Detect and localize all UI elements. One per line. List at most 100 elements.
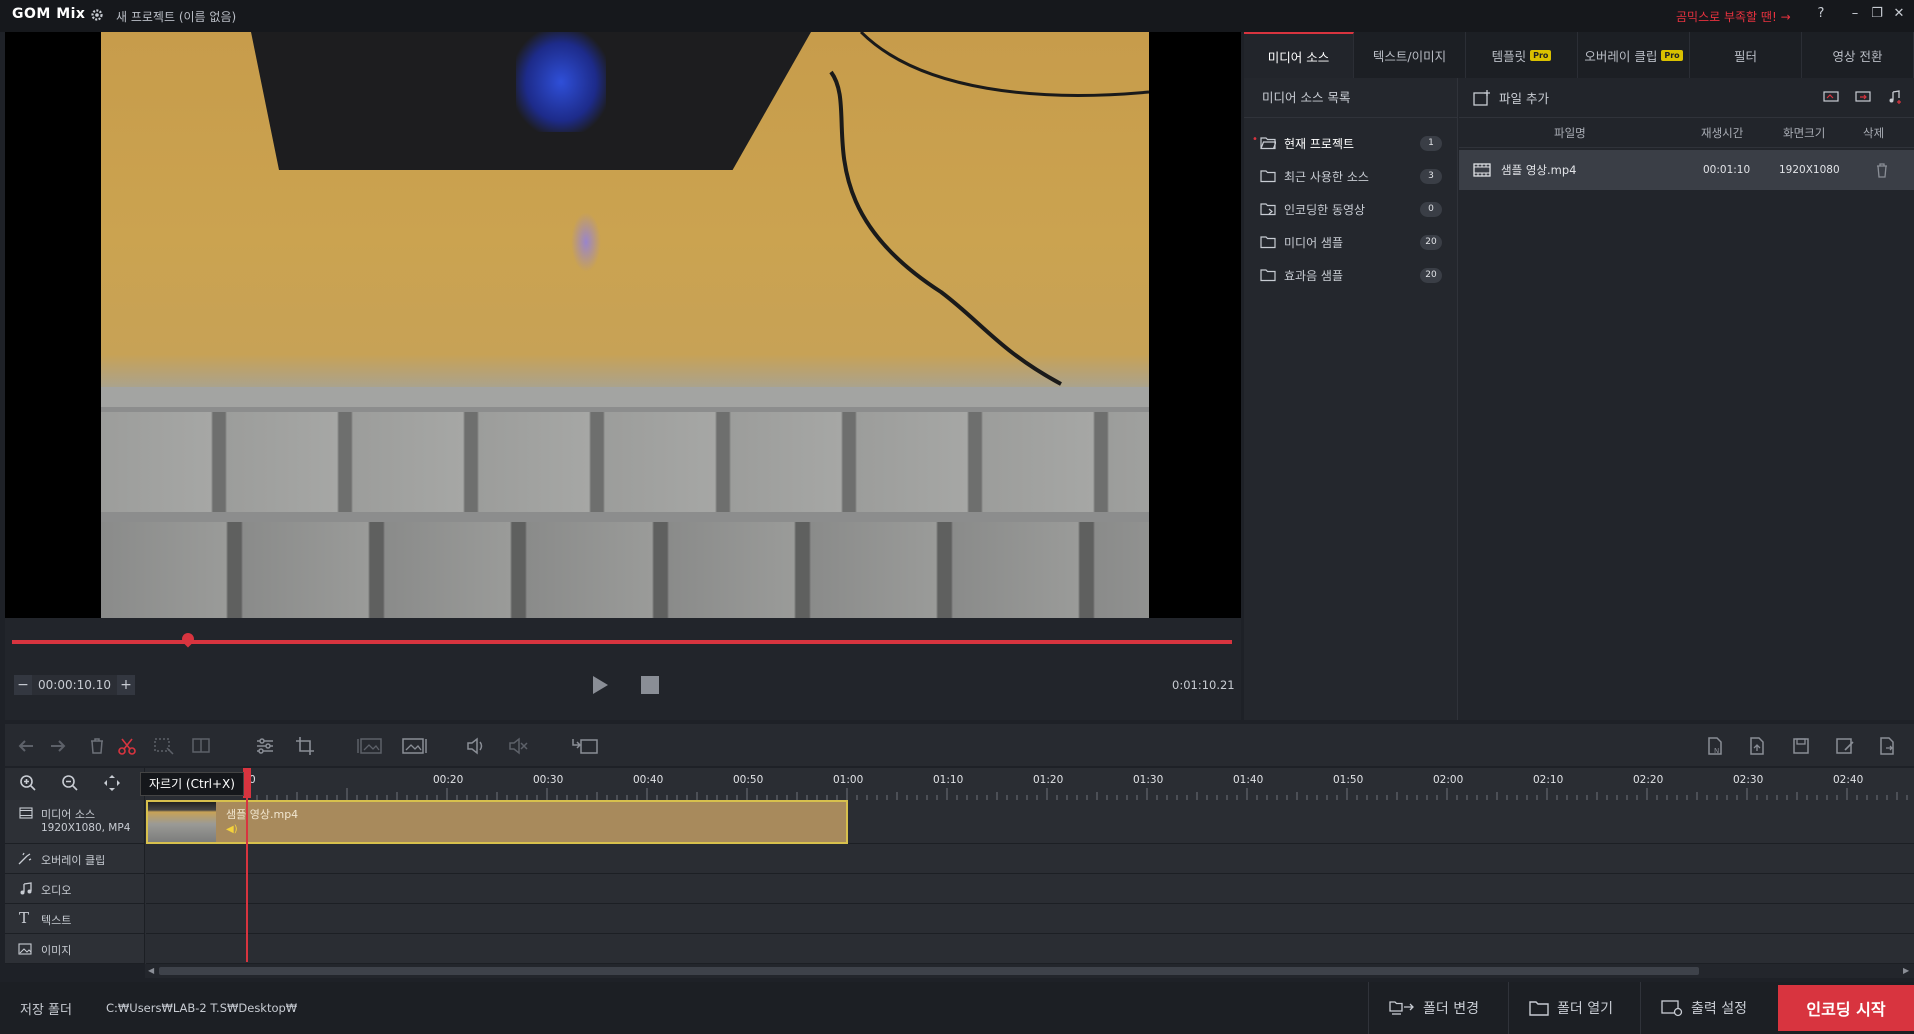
zoom-in-icon[interactable] (19, 774, 37, 792)
track-label: 텍스트 (41, 914, 72, 927)
scroll-left-icon[interactable]: ◀ (148, 966, 154, 975)
ruler-label: 00:20 (433, 774, 464, 786)
current-time[interactable]: 00:00:10.10 (32, 675, 117, 695)
delete-icon[interactable] (87, 736, 107, 756)
track-audio[interactable] (146, 874, 1914, 904)
playhead-handle[interactable] (243, 768, 251, 798)
ruler-label: 01:40 (1233, 774, 1264, 786)
source-count: 3 (1420, 169, 1442, 184)
insert-clip-icon[interactable] (571, 736, 598, 756)
promo-link[interactable]: 곰믹스로 부족할 땐! → (1676, 8, 1791, 25)
clip-name: 샘플 영상.mp4 (226, 808, 299, 821)
minimize-button[interactable]: – (1846, 6, 1864, 24)
image-left-icon[interactable] (357, 736, 382, 756)
overlay-icon (18, 852, 32, 865)
edit-toolbar: N (5, 724, 1914, 766)
col-duration: 재생시간 (1701, 125, 1744, 140)
time-increase-button[interactable]: + (116, 675, 135, 695)
volume-icon[interactable] (465, 736, 485, 756)
tab-media-source[interactable]: 미디어 소스 (1244, 32, 1354, 78)
track-header-image: 이미지 (5, 934, 145, 964)
time-stepper: − 00:00:10.10 + (14, 674, 135, 696)
new-project-icon[interactable]: N (1705, 736, 1725, 756)
seek-bar[interactable] (12, 640, 1232, 644)
sort-icon[interactable] (1823, 90, 1841, 104)
image-right-icon[interactable] (401, 736, 427, 756)
trash-icon[interactable] (1875, 162, 1889, 178)
tab-template[interactable]: 템플릿 Pro (1466, 32, 1578, 78)
stop-icon[interactable] (640, 675, 660, 695)
ruler-label: 02:10 (1533, 774, 1564, 786)
change-folder-button[interactable]: 폴더 변경 (1368, 982, 1499, 1034)
timeline-scrollbar[interactable]: ◀ ▶ (145, 964, 1914, 978)
folder-icon (1260, 170, 1276, 183)
tab-overlay-clip[interactable]: 오버레이 클립 Pro (1578, 32, 1690, 78)
output-settings-button[interactable]: 출력 설정 (1640, 982, 1767, 1034)
track-image[interactable] (146, 934, 1914, 964)
col-delete: 삭제 (1863, 125, 1885, 140)
gear-icon[interactable] (90, 8, 104, 22)
track-overlay[interactable] (146, 844, 1914, 874)
video-preview[interactable] (5, 32, 1241, 720)
svg-text:N: N (1714, 747, 1719, 755)
add-file-icon (1473, 89, 1490, 106)
change-folder-icon (1389, 1001, 1414, 1015)
move-icon[interactable] (1855, 90, 1873, 104)
mute-icon[interactable] (507, 736, 528, 756)
image-icon (18, 943, 32, 955)
adjust-icon[interactable] (255, 736, 275, 756)
select-area-icon[interactable] (153, 736, 174, 756)
undo-icon[interactable] (17, 736, 37, 756)
help-button[interactable]: ? (1812, 6, 1830, 24)
source-list-header: 미디어 소스 목록 (1244, 78, 1457, 118)
export-project-icon[interactable] (1877, 736, 1897, 756)
track-header-media: 미디어 소스 1920X1080, MP4 (5, 800, 145, 844)
tab-transition[interactable]: 영상 전환 (1802, 32, 1914, 78)
folder-open-icon (1260, 137, 1276, 150)
cut-icon[interactable] (117, 736, 137, 756)
add-file-bar: 파일 추가 (1459, 78, 1914, 118)
source-count: 20 (1420, 268, 1442, 283)
restore-button[interactable]: ❐ (1868, 6, 1886, 24)
cut-tooltip: 자르기 (Ctrl+X) (140, 772, 244, 796)
scrollbar-thumb[interactable] (159, 967, 1699, 975)
zoom-out-icon[interactable] (61, 774, 79, 792)
play-icon[interactable] (590, 674, 610, 696)
source-item-media-samples[interactable]: 미디어 샘플 20 (1244, 227, 1458, 257)
time-decrease-button[interactable]: − (14, 675, 32, 695)
ruler-label: 01:10 (933, 774, 964, 786)
crop-icon[interactable] (295, 736, 315, 756)
music-add-icon[interactable] (1887, 89, 1903, 105)
track-text[interactable] (146, 904, 1914, 934)
ruler-label: 01:50 (1333, 774, 1364, 786)
source-item-sound-samples[interactable]: 효과음 샘플 20 (1244, 260, 1458, 290)
source-item-current-project[interactable]: • 현재 프로젝트 1 (1244, 128, 1458, 158)
ruler-label: 02:40 (1833, 774, 1864, 786)
timeline-clip[interactable]: 샘플 영상.mp4 ◀) (146, 800, 848, 844)
ruler-label: 01:30 (1133, 774, 1164, 786)
scroll-right-icon[interactable]: ▶ (1903, 966, 1909, 975)
save-as-icon[interactable] (1835, 736, 1855, 756)
close-button[interactable]: ✕ (1890, 6, 1908, 24)
encode-start-button[interactable]: 인코딩 시작 (1778, 985, 1914, 1031)
tab-text-image[interactable]: 텍스트/이미지 (1354, 32, 1466, 78)
split-icon[interactable] (191, 736, 211, 756)
open-project-icon[interactable] (1747, 736, 1767, 756)
timeline-ruler[interactable]: 0 00:20 00:30 00:40 00:50 01:00 01:10 01:20 01:3… (145, 768, 1914, 800)
file-row[interactable]: 샘플 영상.mp4 00:01:10 1920X1080 (1459, 150, 1914, 190)
open-folder-button[interactable]: 폴더 열기 (1508, 982, 1633, 1034)
track-header-overlay: 오버레이 클립 (5, 844, 145, 874)
ruler-label: 00:30 (533, 774, 564, 786)
source-item-recent[interactable]: 최근 사용한 소스 3 (1244, 161, 1458, 191)
fit-icon[interactable] (103, 774, 121, 792)
track-header-text: T 텍스트 (5, 904, 145, 934)
save-icon[interactable] (1791, 736, 1811, 756)
tab-filter[interactable]: 필터 (1690, 32, 1802, 78)
col-resolution: 화면크기 (1783, 125, 1826, 140)
source-item-encoded[interactable]: 인코딩한 동영상 0 (1244, 194, 1458, 224)
redo-icon[interactable] (47, 736, 67, 756)
app-logo: GOM Mix (12, 6, 86, 22)
pro-badge: Pro (1530, 49, 1552, 61)
add-file-button[interactable]: 파일 추가 (1473, 88, 1549, 107)
total-time: 0:01:10.21 (1172, 678, 1235, 692)
